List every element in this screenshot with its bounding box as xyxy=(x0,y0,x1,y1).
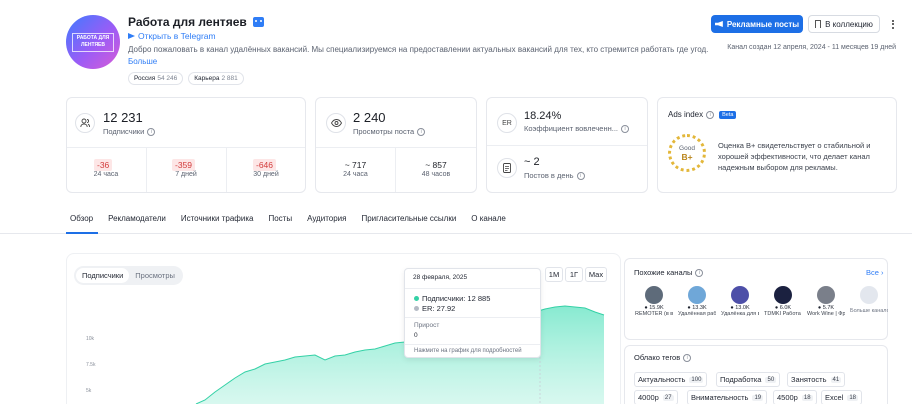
tag-category[interactable]: Карьера 2 881 xyxy=(188,72,244,85)
tooltip-hint: Нажмите на график для подробностей xyxy=(414,348,522,354)
tab-traffic-sources[interactable]: Источники трафика xyxy=(177,214,265,234)
tooltip-growth-label: Прирост xyxy=(414,322,440,329)
document-icon xyxy=(497,158,517,178)
tab-audience[interactable]: Аудитория xyxy=(303,214,357,234)
tag-chip[interactable]: Актуальность 100 xyxy=(634,372,708,387)
ads-index-grade-ring: Good B+ xyxy=(668,134,706,172)
channel-tags: Россия 54 246 Карьера 2 881 xyxy=(128,72,244,85)
tab-about[interactable]: О канале xyxy=(467,214,514,234)
chart-tooltip: 28 февраля, 2025 Подписчики: 12 885 ER: … xyxy=(404,268,541,358)
y-tick-10k: 10k xyxy=(86,336,95,342)
tooltip-growth-value: 0 xyxy=(414,332,418,339)
ads-posts-button[interactable]: Рекламные посты xyxy=(711,15,803,33)
similar-channel-4[interactable]: ● 6.0K TDMKI Работа на... xyxy=(764,286,802,318)
period-7d: 7 дней xyxy=(175,171,197,178)
views-card xyxy=(315,97,477,193)
subscribers-change-30d: -646 xyxy=(253,159,277,171)
tag-chip[interactable]: Подработка 50 xyxy=(716,372,781,387)
range-max[interactable]: Max xyxy=(585,267,607,282)
tag-chip[interactable]: Внимательность 19 xyxy=(687,390,768,404)
tabs-divider xyxy=(0,233,912,234)
tab-overview[interactable]: Обзор xyxy=(66,214,104,234)
similar-channel-2[interactable]: ● 13.3K Удалённая работа xyxy=(678,286,716,318)
ads-index-title: Ads index i Beta xyxy=(668,110,737,119)
toggle-subscribers[interactable]: Подписчики xyxy=(76,268,130,283)
beta-badge: Beta xyxy=(719,110,737,119)
all-similar-link[interactable]: Все › xyxy=(866,268,884,277)
tag-chip[interactable]: Excel 18 xyxy=(821,390,863,404)
tooltip-subscribers: Подписчики: 12 885 xyxy=(414,294,490,303)
tag-chip[interactable]: 4000р 27 xyxy=(634,390,678,404)
y-tick-7-5k: 7.5k xyxy=(86,362,96,368)
er-label: Коэффициент вовлеченн... i xyxy=(524,124,630,133)
views-48h-period: 48 часов xyxy=(421,171,451,178)
channel-title-row: Работа для лентяев xyxy=(128,15,264,29)
toggle-views[interactable]: Просмотры xyxy=(129,268,181,283)
telegram-icon xyxy=(128,33,135,39)
subscribers-change-7d: -359 xyxy=(172,159,196,171)
users-icon xyxy=(75,113,95,133)
active-tab-indicator xyxy=(66,232,98,234)
more-channels-button[interactable]: Больше каналов xyxy=(850,286,888,315)
period-24h: 24 часа xyxy=(93,171,119,178)
channel-avatar: РАБОТА ДЛЯ ЛЕНТЯЕВ xyxy=(66,15,120,69)
similar-channel-3[interactable]: ● 13.0K Удалёнка для всех xyxy=(721,286,759,318)
tooltip-er: ER: 27.92 xyxy=(414,304,455,313)
eye-icon xyxy=(326,113,346,133)
subscribers-value: 12 231 xyxy=(103,110,143,125)
posts-per-day-label: Постов в день i xyxy=(524,171,585,180)
info-icon: i xyxy=(576,171,585,180)
megaphone-icon xyxy=(714,21,723,27)
channel-title: Работа для лентяев xyxy=(128,15,247,29)
more-link[interactable]: Больше xyxy=(128,57,157,66)
similar-channel-5[interactable]: ● 5.7K Work Wine | Фриланс... xyxy=(807,286,845,318)
range-1y[interactable]: 1Г xyxy=(565,267,583,282)
views-label: Просмотры поста i xyxy=(353,127,426,136)
tag-chip[interactable]: 4500р 18 xyxy=(773,390,817,404)
info-icon: i xyxy=(147,127,156,136)
er-value: 18.24% xyxy=(524,110,562,122)
created-date: Канал создан 12 апреля, 2024 - 11 месяце… xyxy=(727,44,896,51)
info-icon: i xyxy=(417,127,426,136)
chart-metric-toggle: Подписчики Просмотры xyxy=(74,266,183,285)
period-30d: 30 дней xyxy=(253,171,279,178)
info-icon: i xyxy=(683,353,692,362)
tag-cloud-title: Облако тегов i xyxy=(634,353,692,362)
views-48h-value: ~ 857 xyxy=(425,160,447,170)
tooltip-date: 28 февраля, 2025 xyxy=(413,274,468,281)
add-to-collection-button[interactable]: В коллекцию xyxy=(808,15,880,33)
tag-chip[interactable]: Занятость 41 xyxy=(787,372,846,387)
channel-description: Добро пожаловать в канал удалённых вакан… xyxy=(128,45,708,54)
views-24h-period: 24 часа xyxy=(343,171,368,178)
ads-index-description: Оценка B+ свидетельствует о стабильной и… xyxy=(718,141,871,172)
info-icon: i xyxy=(706,110,715,119)
tag-country[interactable]: Россия 54 246 xyxy=(128,72,184,85)
similar-channels-title: Похожие каналы i xyxy=(634,268,704,277)
views-value: 2 240 xyxy=(353,110,386,125)
open-telegram-link[interactable]: Открыть в Telegram xyxy=(128,31,216,41)
range-1m[interactable]: 1M xyxy=(545,267,563,282)
y-tick-5k: 5k xyxy=(86,388,92,394)
tab-bar: Обзор Рекламодатели Источники трафика По… xyxy=(66,214,514,234)
similar-channel-1[interactable]: ● 15.9K REMOTER (в вакансии н... xyxy=(635,286,673,318)
open-telegram-label: Открыть в Telegram xyxy=(138,31,216,41)
subscribers-card xyxy=(66,97,306,193)
avatar-text: РАБОТА ДЛЯ ЛЕНТЯЕВ xyxy=(72,32,114,52)
info-icon: i xyxy=(695,268,704,277)
info-icon: i xyxy=(621,124,630,133)
more-options-icon[interactable] xyxy=(888,15,898,33)
views-24h-value: ~ 717 xyxy=(344,160,367,170)
tab-invite-links[interactable]: Пригласительные ссылки xyxy=(357,214,467,234)
posts-per-day-value: ~ 2 xyxy=(524,156,540,168)
subscribers-label: Подписчики i xyxy=(103,127,156,136)
bookmark-icon xyxy=(815,20,822,28)
er-icon: ER xyxy=(497,113,517,133)
tab-posts[interactable]: Посты xyxy=(264,214,303,234)
tab-advertisers[interactable]: Рекламодатели xyxy=(104,214,177,234)
bot-icon xyxy=(252,17,264,27)
subscribers-change-24h: -36 xyxy=(94,159,113,171)
